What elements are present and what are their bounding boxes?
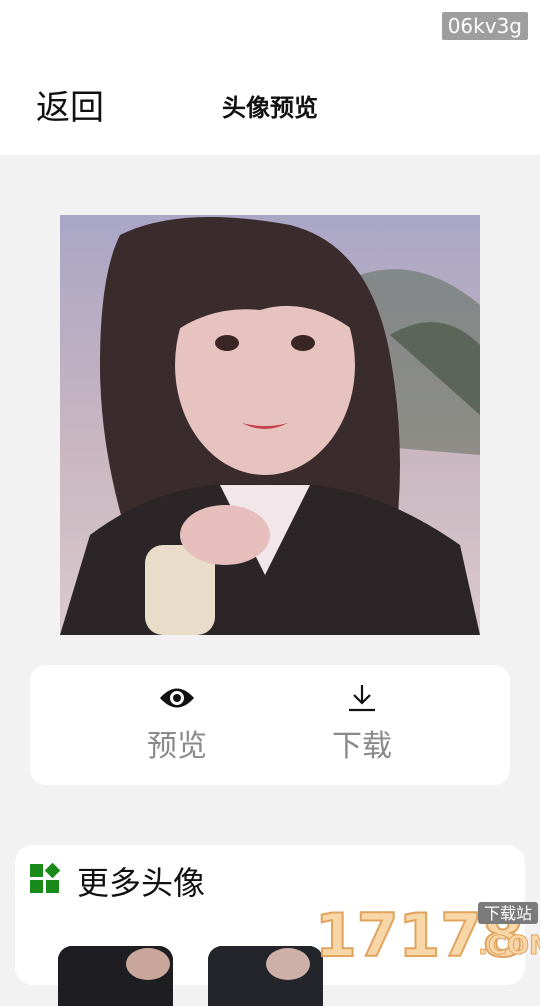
preview-button[interactable]: 预览 [117, 679, 237, 771]
page-title: 头像预览 [222, 94, 318, 122]
eye-icon [117, 679, 237, 717]
avatar-image [60, 215, 480, 635]
download-label: 下载 [332, 729, 392, 764]
grid-icon [29, 862, 61, 899]
site-watermark-logo: 17178 下载站 .COM [314, 898, 540, 972]
download-icon [302, 679, 422, 717]
avatar-thumbnail[interactable] [208, 946, 323, 1006]
avatar-thumbnail[interactable] [58, 946, 173, 1006]
download-button[interactable]: 下载 [302, 679, 422, 771]
watermark-suffix: .COM [478, 931, 540, 960]
watermark-tag: 下载站 [484, 904, 532, 923]
more-avatars-title: 更多头像 [77, 864, 206, 902]
status-badge: 06kv3g [441, 12, 528, 40]
preview-label: 预览 [147, 729, 207, 764]
action-panel: 预览 下载 [30, 665, 510, 785]
more-avatars-header[interactable]: 更多头像 [29, 861, 206, 902]
top-bar: 06kv3g 返回 头像预览 [0, 0, 540, 155]
